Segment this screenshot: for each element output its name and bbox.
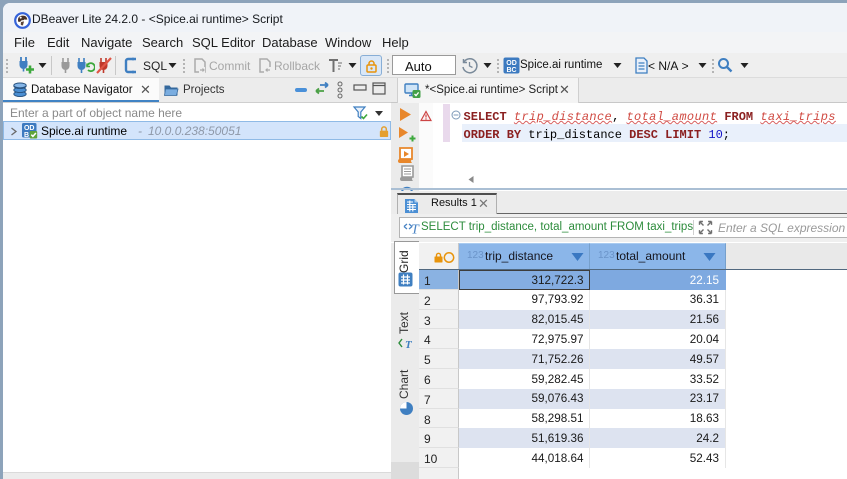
svg-text:BC: BC: [506, 67, 516, 74]
svg-text:T: T: [405, 339, 413, 350]
svg-text:T: T: [411, 223, 420, 236]
svg-text:OD: OD: [506, 60, 517, 67]
svg-text:B: B: [24, 132, 29, 139]
